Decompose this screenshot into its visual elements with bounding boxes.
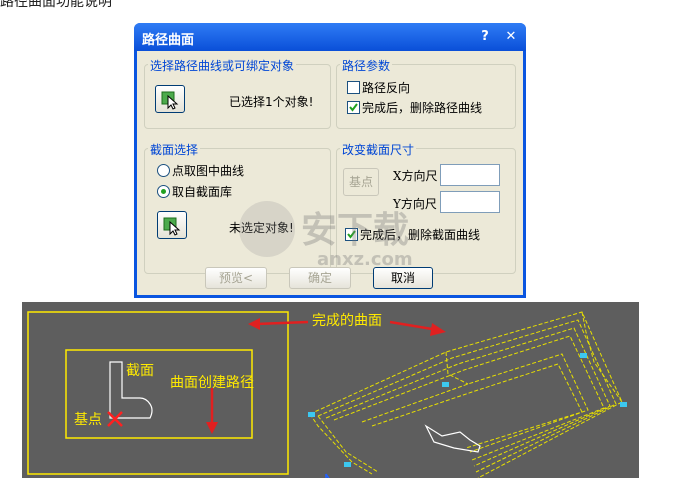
section-label: 截面: [126, 363, 154, 379]
path-label: 曲面创建路径: [170, 375, 254, 391]
pick-section-button[interactable]: [157, 211, 187, 239]
result-surface-label: 完成的曲面: [312, 313, 382, 329]
check-mark-icon: [349, 103, 358, 112]
illustration-panel: 完成的曲面 截面 曲面创建路径 基点: [22, 302, 639, 478]
watermark-text: 安下载: [301, 210, 410, 251]
select-path-group-label: 选择路径曲线或可绑定对象: [148, 57, 297, 74]
section-size-group-label: 改变截面尺寸: [340, 141, 417, 158]
y-size-input[interactable]: [440, 191, 500, 213]
cancel-button[interactable]: 取消: [373, 267, 433, 289]
x-size-input[interactable]: [440, 164, 500, 186]
close-button[interactable]: ✕: [502, 29, 520, 45]
base-point-label: 基点: [74, 412, 102, 428]
reverse-path-label: 路径反向: [362, 81, 411, 95]
ok-button[interactable]: 确定: [289, 267, 351, 289]
path-params-group-label: 路径参数: [340, 57, 393, 74]
watermark-url: anxz.com: [317, 249, 413, 270]
left-frame: [27, 311, 289, 475]
path-arrow: [206, 388, 218, 434]
base-point-button[interactable]: 基点: [343, 168, 379, 196]
cropped-top-text: 路径曲面功能说明: [0, 0, 112, 10]
radio-pick-curve-label: 点取图中曲线: [172, 164, 245, 178]
base-point-cross-icon: [107, 411, 123, 427]
radio-pick-curve[interactable]: [157, 164, 170, 177]
pick-cursor-icon: [161, 91, 179, 110]
radio-from-library-label: 取自截面库: [172, 185, 233, 199]
watermark-logo: [239, 201, 295, 257]
help-button[interactable]: ?: [476, 29, 494, 45]
reverse-path-checkbox[interactable]: [347, 81, 360, 94]
section-select-group-label: 截面选择: [148, 141, 201, 158]
path-select-status: 已选择1个对象!: [229, 95, 314, 109]
radio-from-library[interactable]: [157, 185, 170, 198]
surface-wireframe: [309, 311, 623, 478]
pick-path-button[interactable]: [155, 85, 185, 113]
surface-section: [424, 424, 481, 453]
pick-cursor-icon: [163, 217, 181, 236]
preview-button[interactable]: 预览<: [205, 267, 267, 289]
path-surface-dialog: 路径曲面 ? ✕ 选择路径曲线或可绑定对象 已选择1个对象! 路径参数 路径反向…: [134, 23, 526, 298]
blue-marker: [325, 473, 330, 478]
dialog-title: 路径曲面: [142, 33, 195, 48]
dialog-body: 选择路径曲线或可绑定对象 已选择1个对象! 路径参数 路径反向 完成后，删除路径…: [137, 51, 523, 295]
delete-path-checkbox[interactable]: [347, 101, 360, 114]
title-bar: 路径曲面 ? ✕: [134, 23, 526, 51]
x-size-label: X方向尺: [393, 169, 438, 183]
delete-path-label: 完成后，删除路径曲线: [362, 101, 483, 115]
